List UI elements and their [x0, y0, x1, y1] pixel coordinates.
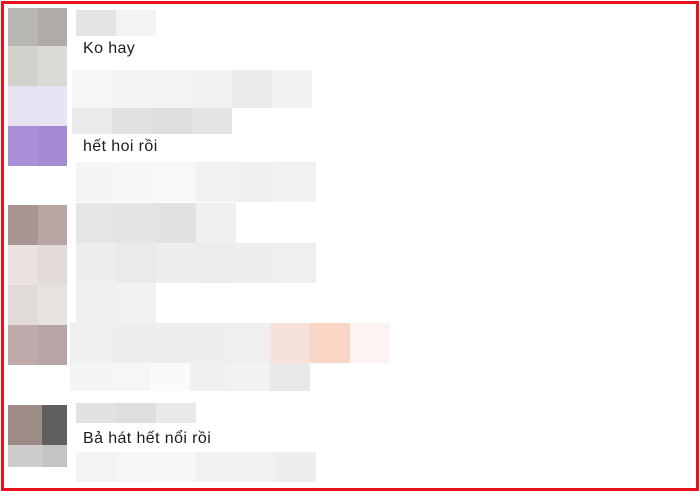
- comment-text: hết hoi rồi: [83, 138, 158, 155]
- comment-text: Bả hát hết nổi rồi: [83, 430, 212, 447]
- comment-text: Ko hay: [83, 40, 136, 57]
